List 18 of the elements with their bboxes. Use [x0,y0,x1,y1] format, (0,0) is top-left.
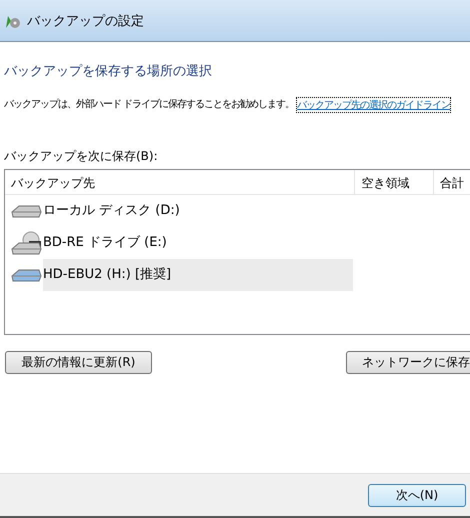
drive-icon [11,268,42,282]
refresh-button[interactable]: 最新の情報に更新(R) [5,351,152,374]
destination-item[interactable]: BD-RE ドライブ (E:) [43,227,353,259]
window-title: バックアップの設定 [27,12,144,30]
column-header[interactable]: 空き領域 [355,170,434,194]
drive-icon [11,204,42,218]
destination-item[interactable]: ローカル ディスク (D:) [43,195,353,227]
destination-list[interactable]: バックアップ先 空き領域 合計 ローカル ディスク (D:) BD-RE ドライブ (E:) HD-EBU2 (H:) [推奨] [4,169,470,335]
list-label: バックアップを次に保存(B): [4,148,159,165]
destination-item[interactable]: HD-EBU2 (H:) [推奨] [43,259,353,291]
disc-drive-icon [11,231,42,255]
column-header[interactable]: 合計 [434,170,470,194]
column-header[interactable]: バックアップ先 [5,170,356,194]
next-button[interactable]: 次へ(N) [368,484,466,506]
section-heading: バックアップを保存する場所の選択 [4,63,213,80]
network-save-button[interactable]: ネットワークに保存 [346,351,470,374]
guidelines-link[interactable]: バックアップ先の選択のガイドライン [296,97,452,113]
description-text: バックアップは、外部ハード ドライブに保存することをお勧めします。 [4,98,294,112]
